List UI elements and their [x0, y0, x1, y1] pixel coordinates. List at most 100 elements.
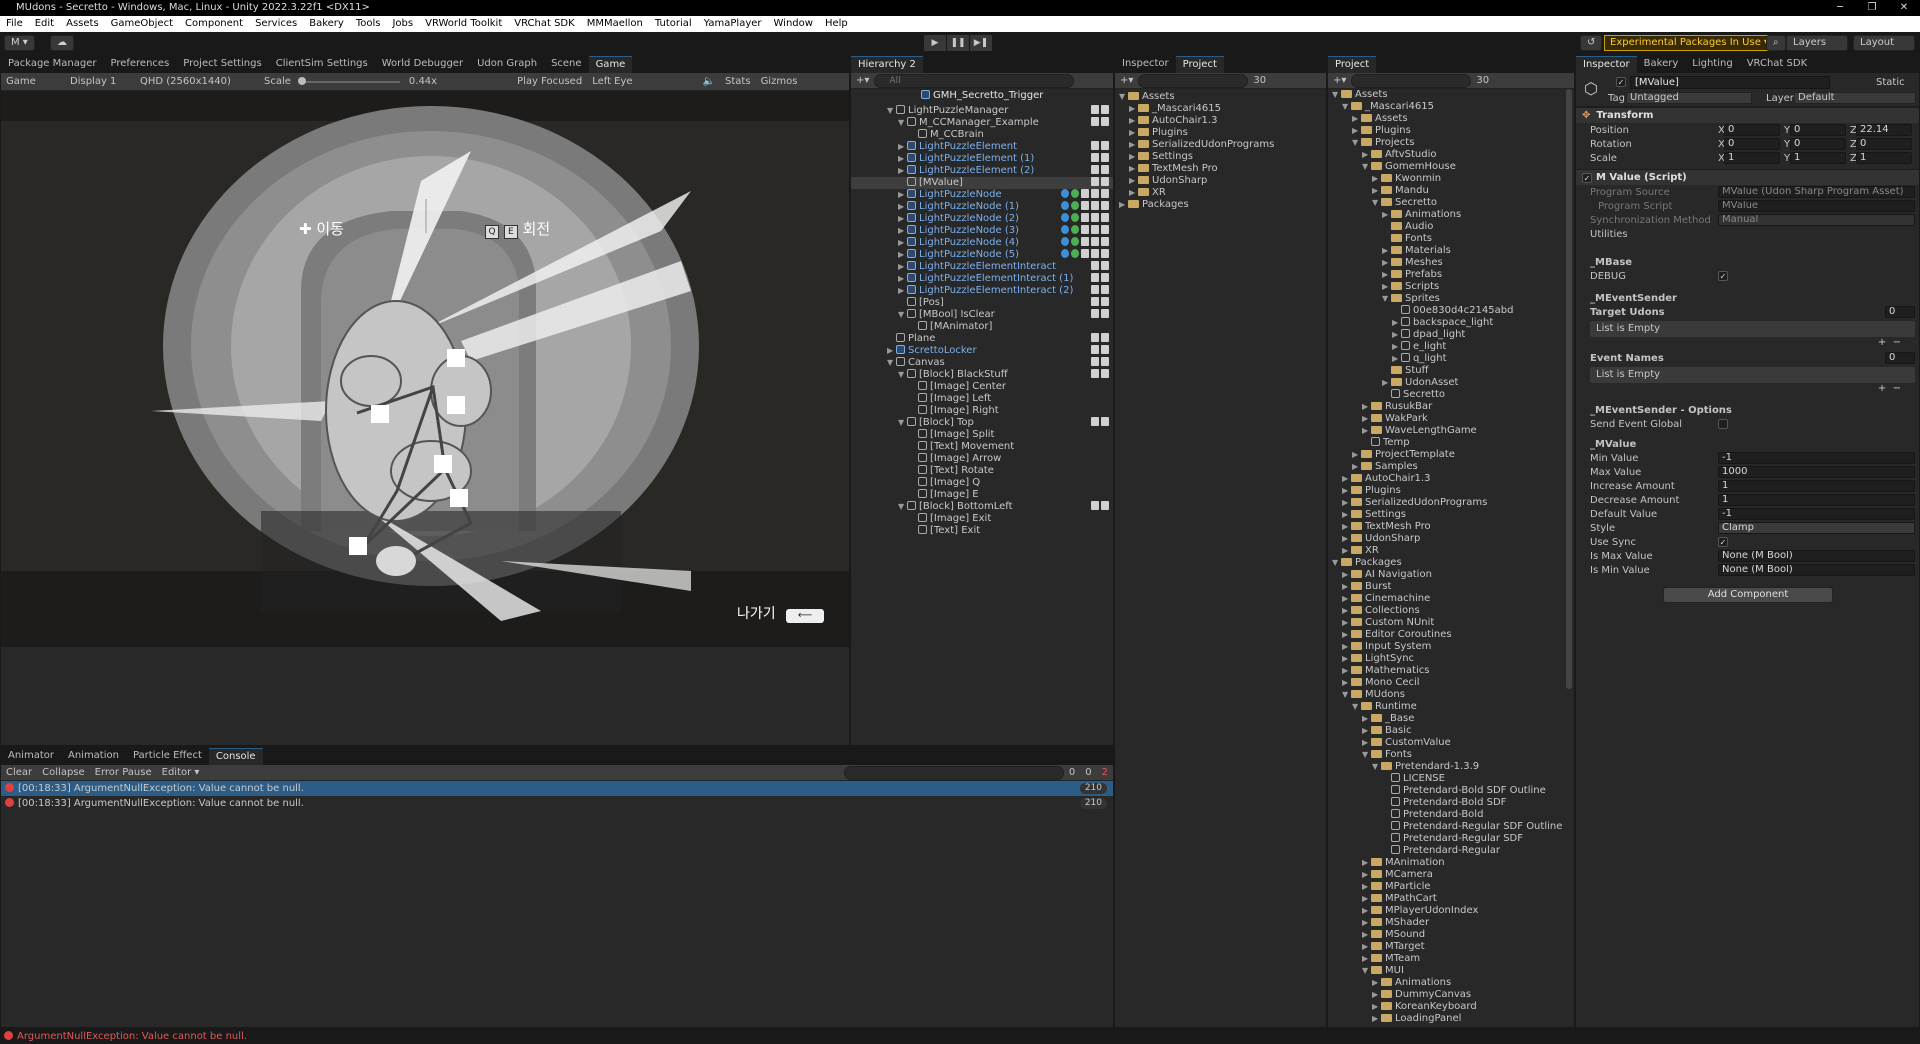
expand-arrow-icon[interactable]: ▶	[1129, 187, 1138, 199]
active-checkbox[interactable]: ✓	[1616, 77, 1626, 87]
project-item[interactable]: ▶ Editor Coroutines	[1328, 629, 1574, 641]
project-item[interactable]: ▶ LightSync	[1328, 653, 1574, 665]
object-name-field[interactable]: [MValue]	[1630, 76, 1830, 89]
expand-arrow-icon[interactable]: ▶	[1342, 665, 1351, 677]
project-item[interactable]: ▶ MPlayerUdonIndex	[1328, 905, 1574, 917]
menu-item-window[interactable]: Window	[768, 16, 819, 32]
pause-button[interactable]: ❚❚	[947, 35, 969, 51]
expand-arrow-icon[interactable]: ▶	[1382, 209, 1391, 221]
expand-arrow-icon[interactable]: ▶	[1362, 893, 1371, 905]
project-item[interactable]: ▶ MTeam	[1328, 953, 1574, 965]
expand-arrow-icon[interactable]: ▶	[1129, 151, 1138, 163]
project-item[interactable]: ▶ TextMesh Pro	[1115, 163, 1326, 175]
menu-item-mmmaellon[interactable]: MMMaellon	[581, 16, 649, 32]
project-item[interactable]: ▶ Burst	[1328, 581, 1574, 593]
console-search[interactable]	[844, 765, 1064, 780]
tab-package-manager[interactable]: Package Manager	[1, 56, 103, 73]
project-item[interactable]: Pretendard-Bold SDF	[1328, 797, 1574, 809]
game-viewport[interactable]: ✚ 이동 Q E 회전 나가기 ⟵	[1, 91, 849, 647]
expand-arrow-icon[interactable]: ▼	[1372, 197, 1381, 209]
position-z[interactable]: 22.14	[1856, 124, 1912, 136]
expand-arrow-icon[interactable]: ▼	[1382, 293, 1391, 305]
project-item[interactable]: ▶ Kwonmin	[1328, 173, 1574, 185]
tab-vrchat-sdk[interactable]: VRChat SDK	[1740, 56, 1814, 73]
maximize-icon[interactable]: ❐	[1856, 0, 1888, 16]
expand-arrow-icon[interactable]: ▶	[1129, 139, 1138, 151]
use-sync-checkbox[interactable]: ✓	[1718, 537, 1728, 547]
target-udons-row[interactable]: Target Udons 0	[1576, 305, 1919, 319]
debug-checkbox[interactable]: ✓	[1718, 271, 1728, 281]
project-item[interactable]: ▶ AutoChair1.3	[1115, 115, 1326, 127]
hierarchy-item[interactable]: ▼ [Block] BlackStuff	[851, 369, 1113, 381]
position-y[interactable]: 0	[1790, 124, 1846, 136]
expand-arrow-icon[interactable]: ▼	[898, 501, 907, 513]
expand-arrow-icon[interactable]: ▶	[898, 189, 907, 201]
expand-arrow-icon[interactable]: ▶	[1372, 1013, 1381, 1025]
add-icon[interactable]: +▾	[1328, 75, 1351, 86]
expand-arrow-icon[interactable]: ▶	[1342, 605, 1351, 617]
expand-arrow-icon[interactable]: ▶	[1342, 545, 1351, 557]
account-button[interactable]: M ▾	[4, 35, 35, 51]
tab-animation[interactable]: Animation	[61, 748, 126, 765]
game-mode-dropdown[interactable]: Game	[1, 76, 65, 87]
hierarchy-item[interactable]: ▼ [MBool] IsClear	[851, 309, 1113, 321]
project-item[interactable]: Pretendard-Regular SDF	[1328, 833, 1574, 845]
project-item[interactable]: Secretto	[1328, 389, 1574, 401]
project-item[interactable]: ▶ MSound	[1328, 929, 1574, 941]
add-component-button[interactable]: Add Component	[1663, 587, 1833, 603]
hierarchy-item[interactable]: ▶ ScrettoLocker	[851, 345, 1113, 357]
project-item[interactable]: ▶ ProjectTemplate	[1328, 449, 1574, 461]
expand-arrow-icon[interactable]: ▶	[1342, 533, 1351, 545]
is-min-field[interactable]: None (M Bool)	[1718, 564, 1915, 576]
field-value-decrease-amount[interactable]: 1	[1718, 494, 1915, 506]
position-x[interactable]: 0	[1724, 124, 1780, 136]
project-item[interactable]: ▶ SerializedUdonPrograms	[1115, 139, 1326, 151]
project-item[interactable]: ▶ e_light	[1328, 341, 1574, 353]
project-item[interactable]: ▼ MUdons	[1328, 689, 1574, 701]
expand-arrow-icon[interactable]: ▶	[1392, 353, 1401, 365]
menu-item-yamaplayer[interactable]: YamaPlayer	[698, 16, 768, 32]
scale-slider[interactable]	[297, 76, 400, 85]
tab-inspector[interactable]: Inspector	[1576, 56, 1637, 73]
expand-arrow-icon[interactable]: ▶	[1129, 115, 1138, 127]
menu-item-file[interactable]: File	[0, 16, 29, 32]
expand-arrow-icon[interactable]: ▼	[1332, 89, 1341, 101]
project-item[interactable]: ▼ _Mascari4615	[1328, 101, 1574, 113]
expand-arrow-icon[interactable]: ▶	[1382, 269, 1391, 281]
expand-arrow-icon[interactable]: ▶	[898, 285, 907, 297]
project-item[interactable]: ▶ Collections	[1328, 605, 1574, 617]
project-item[interactable]: ▶ backspace_light	[1328, 317, 1574, 329]
hierarchy-item[interactable]: ▶ LightPuzzleElement (2)	[851, 165, 1113, 177]
expand-arrow-icon[interactable]: ▶	[1362, 857, 1371, 869]
project-item[interactable]: ▼ Runtime	[1328, 701, 1574, 713]
project-item[interactable]: Fonts	[1328, 233, 1574, 245]
expand-arrow-icon[interactable]: ▶	[1342, 569, 1351, 581]
project-item[interactable]: ▶ Custom NUnit	[1328, 617, 1574, 629]
eye-dropdown[interactable]: Left Eye	[587, 76, 637, 87]
menu-item-services[interactable]: Services	[249, 16, 303, 32]
hierarchy-item[interactable]: ▼ Canvas	[851, 357, 1113, 369]
play-button[interactable]: ▶	[924, 35, 946, 51]
project-search[interactable]	[1351, 73, 1472, 88]
project-item[interactable]: Pretendard-Bold	[1328, 809, 1574, 821]
expand-arrow-icon[interactable]: ▶	[1362, 413, 1371, 425]
expand-arrow-icon[interactable]: ▶	[1392, 329, 1401, 341]
expand-arrow-icon[interactable]: ▼	[1362, 965, 1371, 977]
hierarchy-item[interactable]: [Image] Arrow	[851, 453, 1113, 465]
layer-dropdown[interactable]: Default	[1794, 92, 1916, 104]
project-item[interactable]: ▶ q_light	[1328, 353, 1574, 365]
tab-hierarchy[interactable]: Hierarchy 2	[851, 56, 923, 73]
expand-arrow-icon[interactable]: ▶	[1362, 953, 1371, 965]
project-item[interactable]: ▼ Fonts	[1328, 749, 1574, 761]
project-item[interactable]: ▶ Basic	[1328, 725, 1574, 737]
project-item[interactable]: ▼ Projects	[1328, 137, 1574, 149]
gizmos-dropdown[interactable]: Gizmos	[756, 76, 803, 87]
project-item[interactable]: ▶ Materials	[1328, 245, 1574, 257]
project-search-small[interactable]	[1138, 73, 1249, 88]
expand-arrow-icon[interactable]: ▶	[898, 225, 907, 237]
project-item[interactable]: ▶ Assets	[1328, 113, 1574, 125]
tab-animator[interactable]: Animator	[1, 748, 61, 765]
expand-arrow-icon[interactable]: ▶	[1342, 617, 1351, 629]
hierarchy-item[interactable]: [Image] Center	[851, 381, 1113, 393]
expand-arrow-icon[interactable]: ▼	[1352, 137, 1361, 149]
